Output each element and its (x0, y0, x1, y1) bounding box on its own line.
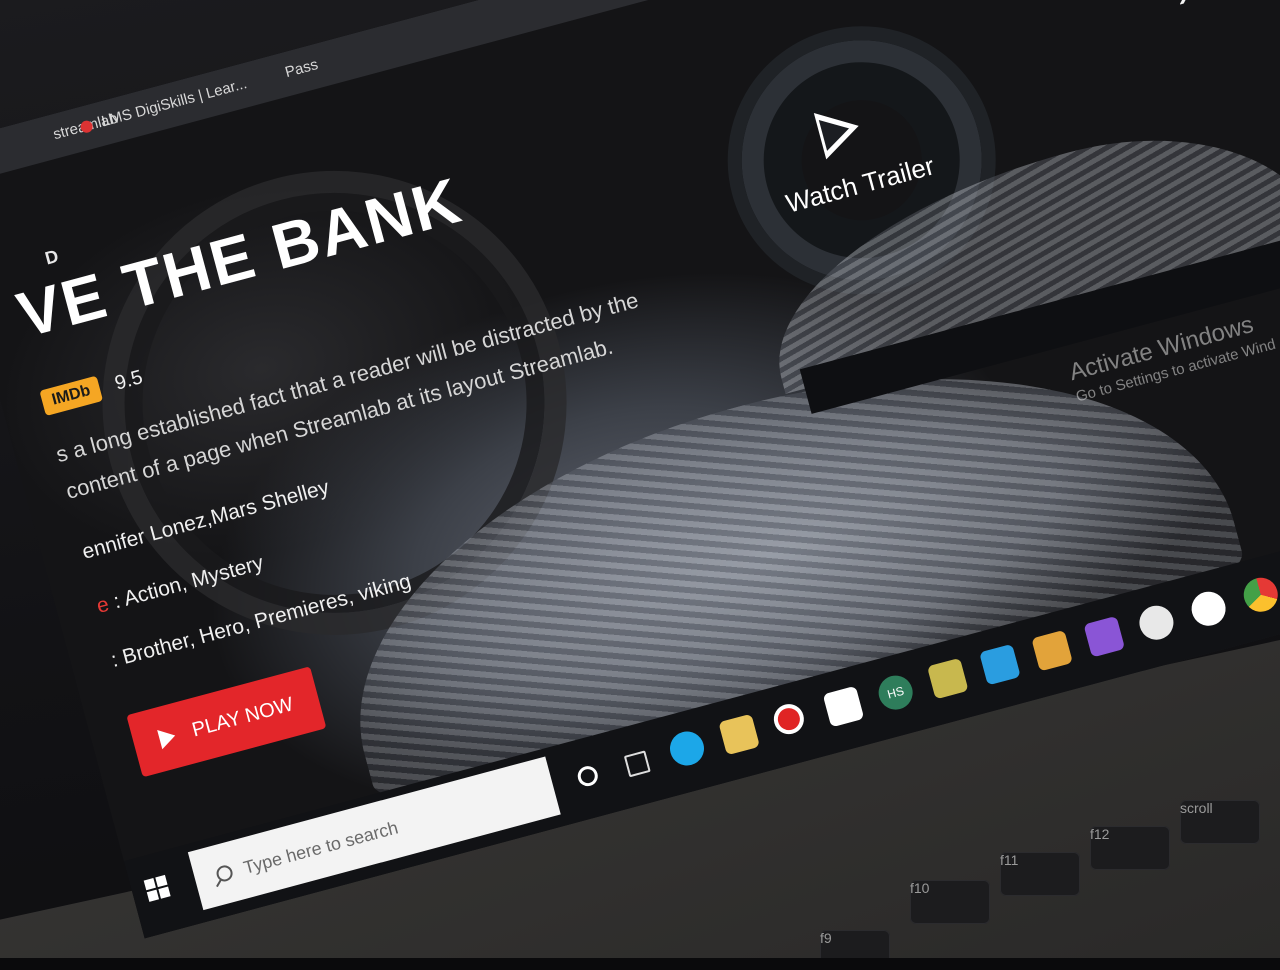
edge-icon[interactable] (666, 727, 708, 770)
screen-recorder-icon[interactable] (770, 700, 808, 738)
mail-icon[interactable] (1031, 629, 1073, 672)
hero-label: D (42, 245, 64, 269)
task-view-icon[interactable] (623, 750, 651, 778)
key-label: f9 (820, 930, 832, 946)
key-label: f11 (1000, 852, 1019, 868)
next-slide-chevron-icon[interactable]: › (1169, 0, 1196, 19)
windows-start-icon[interactable] (143, 874, 171, 902)
play-now-label: PLAY NOW (189, 692, 296, 741)
play-icon (157, 725, 178, 750)
key-label: scroll (1180, 800, 1213, 816)
key-f9: f9 (820, 930, 890, 958)
bookmark-pass[interactable]: Pass (283, 56, 320, 81)
hs-app-icon[interactable]: HS (874, 671, 917, 714)
imdb-badge: IMDb (39, 375, 104, 417)
paint-icon[interactable] (1135, 601, 1178, 644)
hs-label: HS (885, 683, 906, 702)
meta-genre-key: e (94, 592, 112, 618)
zoom-icon[interactable] (1187, 587, 1230, 630)
app-h-icon[interactable] (822, 685, 865, 728)
key-f10: f10 (910, 880, 990, 924)
file-explorer-icon[interactable] (718, 713, 760, 756)
search-icon (214, 863, 235, 884)
key-label: f10 (910, 880, 930, 896)
visual-studio-icon[interactable] (1083, 615, 1126, 658)
play-now-button[interactable]: PLAY NOW (126, 666, 327, 778)
key-f12: f12 (1090, 826, 1170, 870)
rating-value: 9.5 (112, 365, 145, 395)
vscode-icon[interactable] (979, 643, 1021, 686)
key-f11: f11 (1000, 852, 1080, 896)
cortana-icon[interactable] (575, 763, 601, 789)
key-label: f12 (1090, 826, 1110, 842)
search-placeholder: Type here to search (241, 816, 401, 878)
chrome-icon[interactable] (1239, 573, 1280, 616)
snipping-tool-icon[interactable] (926, 657, 969, 700)
key-scroll: scroll (1180, 800, 1260, 844)
